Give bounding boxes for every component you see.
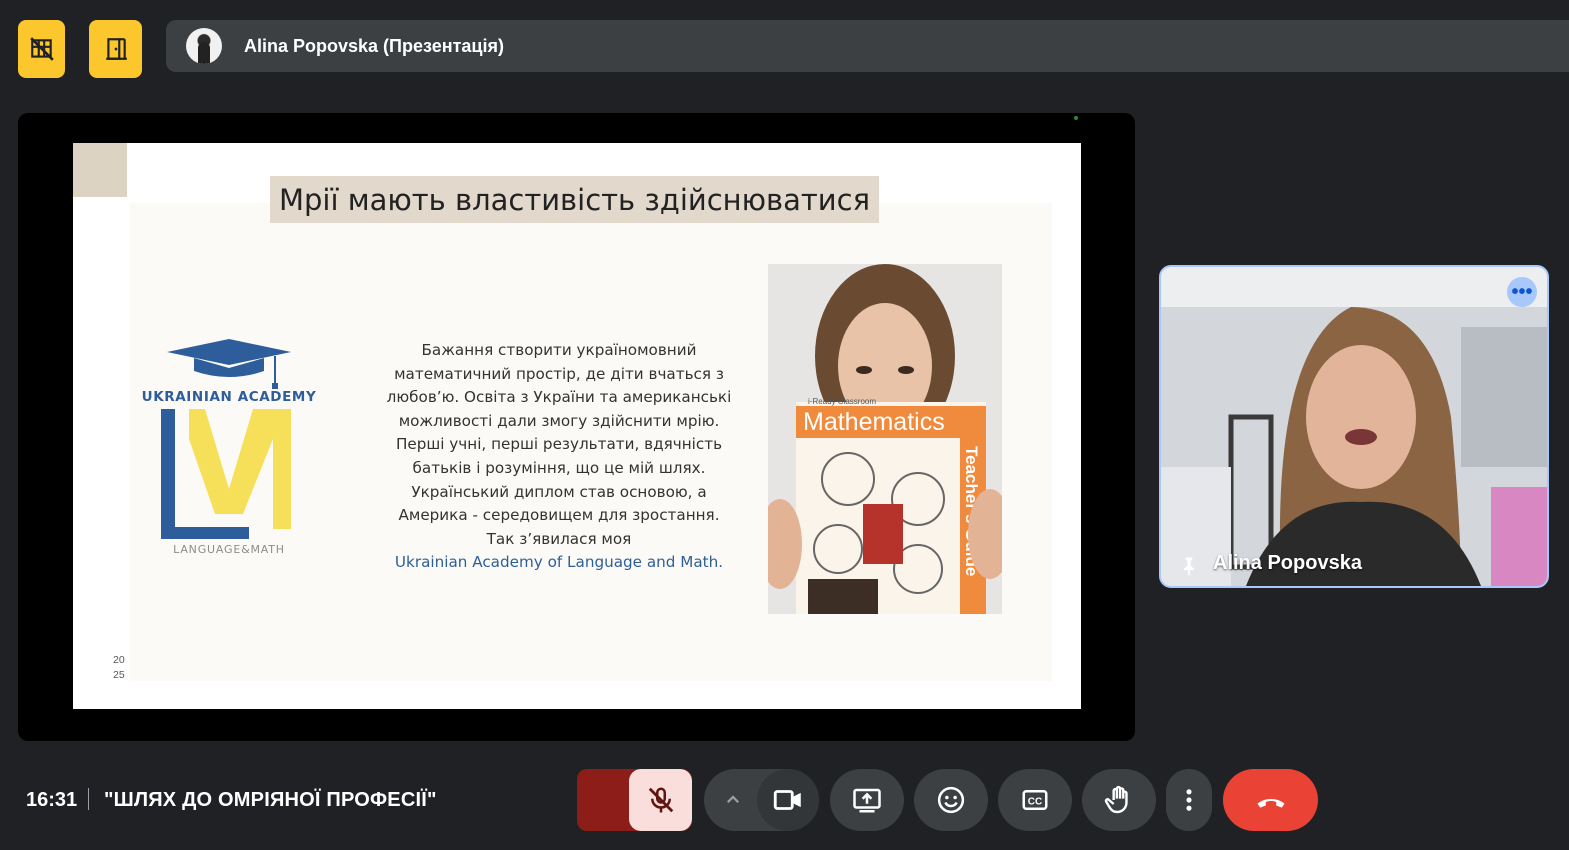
presenter-bar: Alina Popovska (Презентація) (166, 20, 1569, 72)
closed-captions-icon: CC (1022, 790, 1048, 810)
video-options-button[interactable] (704, 769, 762, 831)
presenter-label: Alina Popovska (Презентація) (244, 35, 504, 56)
slide-year: 20 25 (113, 653, 125, 683)
academy-link[interactable]: Ukrainian Academy of Language and Math. (373, 551, 745, 575)
book-title-text: Mathematics (803, 408, 945, 436)
participant-tile[interactable]: ••• Alina Popovska (1159, 265, 1549, 588)
slide-corner-decoration (73, 143, 127, 197)
call-end-icon (1257, 799, 1284, 808)
body-line: батьків і розуміння, що це мій шлях. (412, 458, 706, 477)
participant-more-button[interactable]: ••• (1507, 277, 1537, 307)
participant-video (1161, 267, 1547, 586)
mic-off-icon (648, 787, 673, 813)
camera-control-group (704, 769, 819, 831)
graduation-cap-logo-icon (161, 339, 291, 539)
divider (88, 788, 89, 810)
leave-room-button[interactable] (89, 20, 142, 78)
captions-button[interactable]: CC (998, 769, 1072, 831)
pin-icon[interactable] (1179, 554, 1199, 578)
svg-text:CC: CC (1028, 796, 1042, 807)
body-line: Так з’явилася моя (486, 529, 632, 548)
visibility-off-grid-icon (29, 37, 54, 61)
body-line: Америка - середовищем для зростання. (398, 506, 720, 525)
body-line: математичний простір, де діти вчаться з (394, 364, 724, 383)
presentation-stage: Мрії мають властивість здійснюватися UKR… (18, 113, 1135, 741)
end-call-button[interactable] (1223, 769, 1318, 831)
mic-toggle-button[interactable] (629, 769, 692, 831)
year-top: 20 (113, 654, 125, 666)
body-line: Український диплом став основою, а (411, 482, 707, 501)
book-brand-text: i-Ready Classroom (808, 397, 876, 406)
more-options-button[interactable] (1166, 769, 1212, 831)
year-bottom: 25 (113, 669, 125, 681)
participant-name: Alina Popovska (1213, 552, 1362, 574)
body-line: Бажання створити україномовний (421, 341, 697, 359)
logo-subtext: LANGUAGE&MATH (173, 543, 285, 556)
hide-tiles-button[interactable] (18, 20, 65, 78)
present-to-all-icon (853, 788, 881, 813)
emoji-icon (937, 786, 965, 814)
logo-text: UKRAINIAN ACADEMY (141, 389, 317, 405)
body-line: любов’ю. Освіта з України та американськ… (386, 388, 732, 407)
present-button[interactable] (830, 769, 904, 831)
videocam-icon (773, 790, 801, 810)
more-horiz-icon: ••• (1511, 281, 1533, 303)
door-exit-icon (105, 38, 127, 60)
more-vert-icon (1186, 789, 1192, 811)
raise-hand-button[interactable] (1082, 769, 1156, 831)
slide-body-text: Бажання створити україномовний математич… (373, 339, 745, 575)
avatar (186, 28, 222, 64)
meeting-clock: 16:31 (26, 789, 78, 811)
camera-toggle-button[interactable] (757, 769, 819, 831)
presentation-slide: Мрії мають властивість здійснюватися UKR… (73, 143, 1081, 709)
academy-logo: UKRAINIAN ACADEMY LANGUAGE&MATH (139, 339, 319, 559)
chevron-up-icon (726, 795, 740, 804)
body-line: Перші учні, перші результати, вдячність (395, 435, 723, 454)
slide-title: Мрії мають властивість здійснюватися (270, 176, 879, 223)
meeting-title: "ШЛЯХ ДО ОМРІЯНОЇ ПРОФЕСІЇ" (104, 789, 437, 811)
slide-photo-girl-with-book: Mathematics i-Ready Classroom Teacher's … (758, 264, 1012, 614)
body-line: можливості дали змогу здійснити мрію. (398, 411, 720, 430)
mic-control-group (577, 769, 692, 831)
raise-hand-icon (1104, 785, 1128, 814)
reactions-button[interactable] (914, 769, 988, 831)
speaking-indicator (1074, 116, 1078, 120)
